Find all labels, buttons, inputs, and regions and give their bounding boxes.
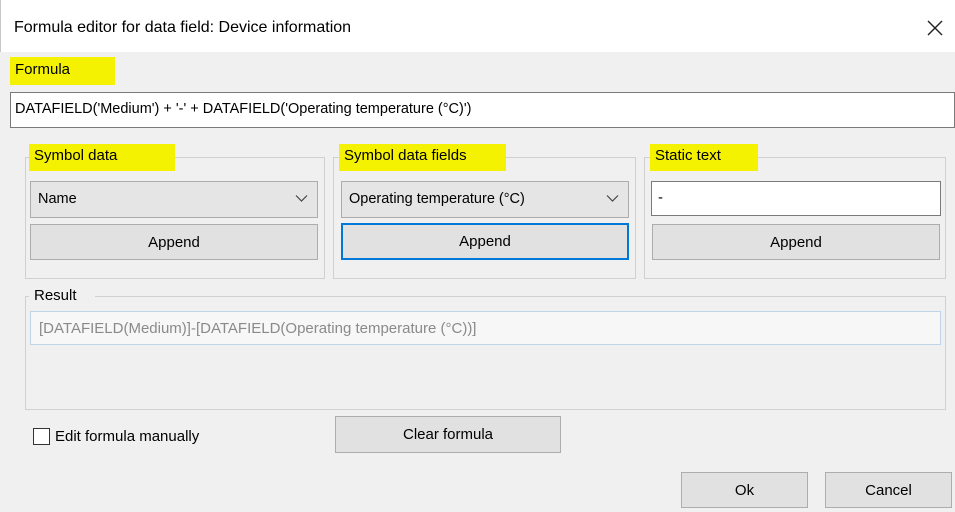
symbol-data-dropdown[interactable]: Name — [30, 181, 318, 218]
symbol-data-fields-append-button[interactable]: Append — [341, 223, 629, 260]
symbol-data-fields-group — [333, 157, 636, 279]
edit-formula-manually-checkbox[interactable] — [33, 428, 50, 445]
static-text-label: Static text — [650, 144, 758, 171]
static-text-append-button[interactable]: Append — [652, 224, 940, 260]
ok-button[interactable]: Ok — [681, 472, 808, 508]
static-text-group — [644, 157, 946, 279]
cancel-button[interactable]: Cancel — [825, 472, 952, 508]
result-field: [DATAFIELD(Medium)]-[DATAFIELD(Operating… — [30, 311, 941, 345]
static-text-input[interactable]: - — [651, 181, 941, 216]
result-label: Result — [29, 284, 95, 308]
formula-input[interactable]: DATAFIELD('Medium') + '-' + DATAFIELD('O… — [10, 92, 955, 128]
symbol-data-fields-selected: Operating temperature (°C) — [349, 191, 525, 207]
symbol-data-fields-label: Symbol data fields — [339, 144, 506, 171]
symbol-data-fields-dropdown[interactable]: Operating temperature (°C) — [341, 181, 629, 218]
symbol-data-selected: Name — [38, 191, 77, 207]
symbol-data-group — [25, 157, 325, 279]
formula-label: Formula — [10, 57, 115, 85]
symbol-data-label: Symbol data — [29, 144, 175, 171]
symbol-data-append-button[interactable]: Append — [30, 224, 318, 260]
title-bar: Formula editor for data field: Device in… — [0, 0, 955, 52]
clear-formula-button[interactable]: Clear formula — [335, 416, 561, 453]
window-title: Formula editor for data field: Device in… — [14, 19, 352, 36]
chevron-down-icon — [295, 195, 308, 202]
chevron-down-icon — [606, 195, 619, 202]
close-icon[interactable] — [921, 14, 949, 42]
edit-formula-manually-label: Edit formula manually — [55, 428, 200, 445]
